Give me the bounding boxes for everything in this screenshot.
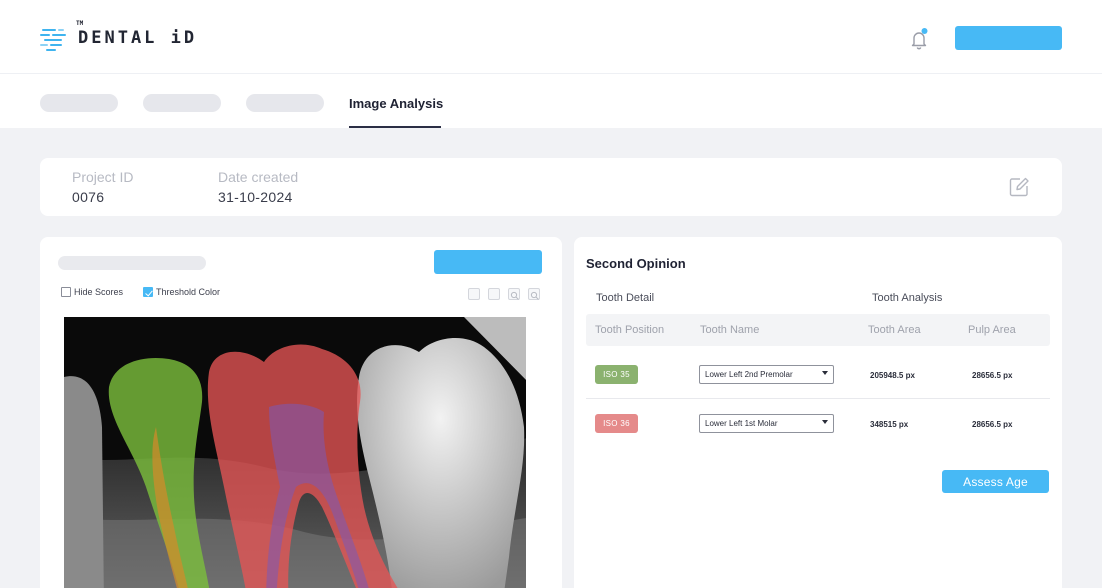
tooth-name-select[interactable]: Lower Left 2nd Premolar bbox=[699, 365, 834, 384]
col-tooth-name: Tooth Name bbox=[700, 324, 760, 336]
logo-icon bbox=[40, 24, 68, 52]
tooth-name-value: Lower Left 2nd Premolar bbox=[705, 370, 793, 379]
hide-scores-checkbox[interactable]: Hide Scores bbox=[61, 287, 123, 297]
tooth-position-badge: ISO 35 bbox=[595, 365, 638, 384]
tab-placeholder-3[interactable] bbox=[246, 94, 324, 112]
tab-placeholder-1[interactable] bbox=[40, 94, 118, 112]
assess-age-button[interactable]: Assess Age bbox=[942, 470, 1049, 493]
project-id-value: 0076 bbox=[72, 189, 105, 205]
tooth-analysis-heading: Tooth Analysis bbox=[872, 292, 943, 304]
chevron-down-icon bbox=[822, 371, 828, 375]
tooth-name-value: Lower Left 1st Molar bbox=[705, 419, 778, 428]
hide-scores-box[interactable] bbox=[61, 287, 71, 297]
tab-image-analysis[interactable]: Image Analysis bbox=[349, 96, 443, 111]
brand-logo[interactable]: TM DENTAL iD bbox=[40, 20, 198, 52]
header-action-button[interactable] bbox=[955, 26, 1062, 50]
date-created-value: 31-10-2024 bbox=[218, 189, 293, 205]
app-header: TM DENTAL iD bbox=[0, 0, 1102, 74]
tooth-position-badge: ISO 36 bbox=[595, 414, 638, 433]
tooth-name-select[interactable]: Lower Left 1st Molar bbox=[699, 414, 834, 433]
threshold-color-box[interactable] bbox=[143, 287, 153, 297]
brand-name-text: DENTAL iD bbox=[78, 28, 198, 48]
trademark-mark: TM bbox=[76, 20, 84, 27]
hide-scores-label: Hide Scores bbox=[74, 287, 124, 297]
threshold-color-checkbox[interactable]: Threshold Color bbox=[143, 287, 220, 297]
dental-xray-image[interactable] bbox=[64, 317, 533, 588]
tooth-detail-heading: Tooth Detail bbox=[596, 292, 655, 304]
project-info-card: Project ID 0076 Date created 31-10-2024 bbox=[40, 158, 1062, 216]
tab-bar bbox=[0, 74, 1102, 128]
bell-icon[interactable] bbox=[906, 26, 932, 52]
project-id-label: Project ID bbox=[72, 169, 134, 185]
zoom-in-icon[interactable] bbox=[508, 288, 520, 300]
viewer-title-placeholder bbox=[58, 256, 206, 270]
chevron-down-icon bbox=[822, 420, 828, 424]
tooth-area-value: 348515 px bbox=[870, 420, 909, 429]
viewer-action-button[interactable] bbox=[434, 250, 542, 274]
table-row: ISO 36 Lower Left 1st Molar 348515 px 28… bbox=[586, 399, 1050, 449]
fit-icon[interactable] bbox=[468, 288, 480, 300]
brand-name: TM DENTAL iD bbox=[76, 20, 198, 48]
table-row: ISO 35 Lower Left 2nd Premolar 205948.5 … bbox=[586, 349, 1050, 399]
notification-dot bbox=[921, 28, 928, 34]
table-header: Tooth Position Tooth Name Tooth Area Pul… bbox=[586, 314, 1050, 346]
zoom-out-icon[interactable] bbox=[528, 288, 540, 300]
tooth-area-value: 205948.5 px bbox=[870, 371, 915, 380]
second-opinion-panel: Second Opinion Tooth Detail Tooth Analys… bbox=[574, 237, 1062, 588]
pulp-area-value: 28656.5 px bbox=[972, 371, 1013, 380]
tab-placeholder-2[interactable] bbox=[143, 94, 221, 112]
threshold-color-label: Threshold Color bbox=[156, 287, 221, 297]
image-viewer-panel: Hide Scores Threshold Color bbox=[40, 237, 562, 588]
col-pulp-area: Pulp Area bbox=[968, 324, 1016, 336]
date-created-label: Date created bbox=[218, 169, 299, 185]
col-tooth-position: Tooth Position bbox=[595, 324, 665, 336]
col-tooth-area: Tooth Area bbox=[868, 324, 921, 336]
expand-icon[interactable] bbox=[488, 288, 500, 300]
pulp-area-value: 28656.5 px bbox=[972, 420, 1013, 429]
edit-icon[interactable] bbox=[1008, 176, 1030, 198]
second-opinion-title: Second Opinion bbox=[586, 256, 686, 271]
